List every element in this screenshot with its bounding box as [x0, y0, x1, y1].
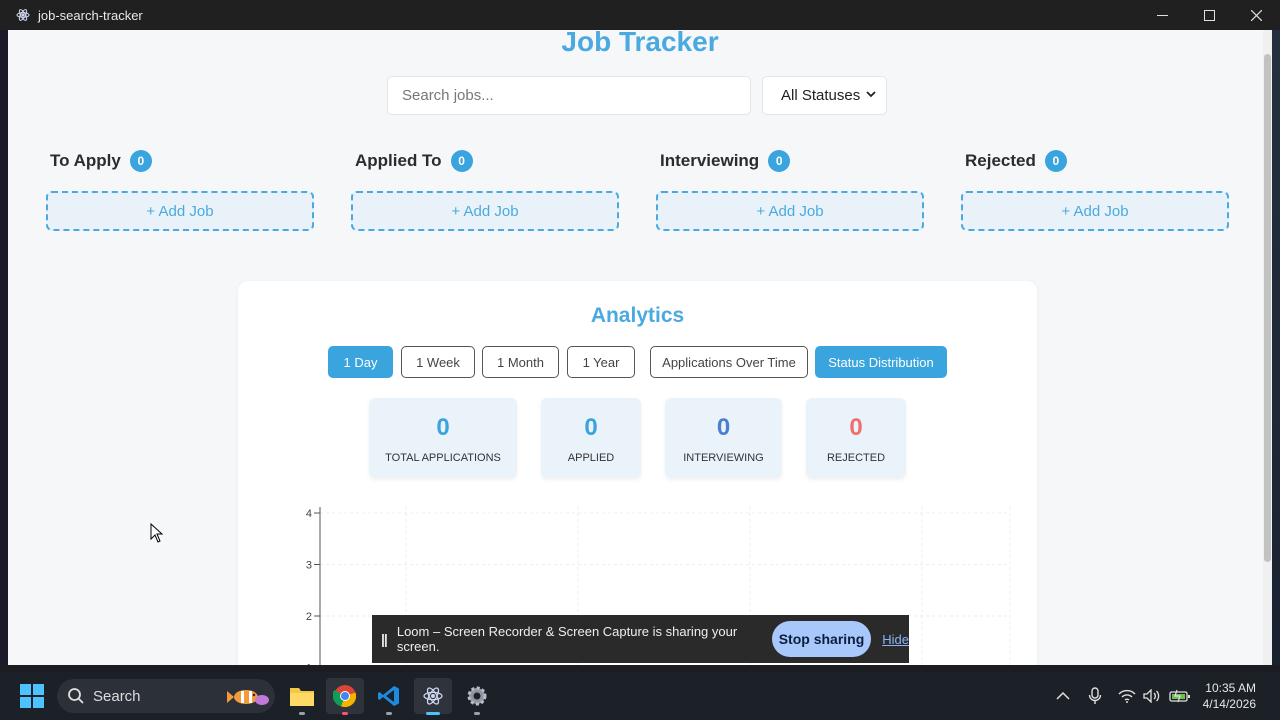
tray-overflow-button[interactable]	[1056, 672, 1070, 720]
taskbar-electron-app[interactable]	[414, 678, 452, 715]
vscode-icon	[378, 686, 399, 706]
chart-y-tick-label: 1	[306, 663, 312, 666]
add-job-button[interactable]: + Add Job	[351, 191, 619, 231]
column-count-badge: 0	[129, 150, 152, 172]
electron-icon	[423, 687, 443, 705]
range-button-1-year[interactable]: 1 Year	[567, 346, 635, 378]
analytics-panel: Analytics 1 Day 1 Week 1 Month 1 Year Ap…	[238, 281, 1037, 665]
column-count-badge: 0	[1044, 150, 1067, 172]
range-button-1-week[interactable]: 1 Week	[401, 346, 475, 378]
column-title: Rejected	[965, 151, 1036, 170]
stat-card-rejected: 0 REJECTED	[806, 398, 906, 478]
analytics-title: Analytics	[590, 304, 685, 327]
window-title-bar[interactable]: job-search-tracker	[0, 0, 1280, 30]
taskbar-vscode[interactable]	[370, 678, 408, 715]
scrollbar-thumb[interactable]	[1264, 54, 1271, 562]
screen-share-bar: || Loom – Screen Recorder & Screen Captu…	[372, 615, 909, 663]
folder-icon	[290, 688, 314, 706]
windows-logo-icon	[20, 684, 44, 708]
desktop-edge-right	[1272, 30, 1280, 665]
search-highlight-fish-icon	[227, 690, 269, 705]
add-job-button[interactable]: + Add Job	[656, 191, 924, 231]
vertical-scrollbar[interactable]	[1263, 30, 1272, 665]
pause-icon[interactable]: ||	[381, 631, 388, 647]
start-button[interactable]	[20, 684, 44, 708]
stat-label: APPLIED	[567, 452, 615, 464]
maximize-button[interactable]	[1186, 0, 1233, 30]
search-input[interactable]	[387, 76, 751, 115]
electron-app-icon	[16, 8, 30, 22]
column-count-badge: 0	[450, 150, 473, 172]
range-button-1-day[interactable]: 1 Day	[328, 346, 393, 378]
status-filter-value: All Statuses	[781, 87, 861, 104]
chart-y-tick-label: 2	[306, 611, 312, 623]
window-title: job-search-tracker	[38, 7, 143, 23]
gear-icon	[467, 686, 487, 706]
chevron-up-icon	[1056, 691, 1070, 700]
chevron-down-icon	[866, 88, 876, 102]
speaker-icon	[1143, 689, 1160, 703]
chrome-icon	[333, 685, 357, 708]
microphone-icon	[1088, 687, 1102, 704]
stat-value: 0	[849, 414, 863, 441]
clock-time: 10:35 AM	[1205, 681, 1256, 695]
search-icon	[68, 688, 84, 704]
taskbar-search[interactable]: Search	[57, 679, 275, 713]
wifi-icon	[1118, 689, 1136, 703]
tray-battery[interactable]	[1169, 672, 1191, 720]
range-button-1-month[interactable]: 1 Month	[482, 346, 559, 378]
status-filter-select[interactable]: All Statuses	[762, 76, 887, 115]
column-title: To Apply	[50, 151, 121, 170]
minimize-icon	[1157, 14, 1168, 16]
view-button-applications-over-time[interactable]: Applications Over Time	[650, 346, 808, 378]
taskbar-file-explorer[interactable]	[283, 678, 321, 715]
windows-taskbar: Search 10:35 AM 4/14/2026	[0, 672, 1280, 720]
column-title: Applied To	[355, 151, 442, 170]
column-title: Interviewing	[660, 151, 760, 170]
view-button-status-distribution[interactable]: Status Distribution	[815, 346, 947, 378]
add-job-button[interactable]: + Add Job	[961, 191, 1229, 231]
column-count-badge: 0	[768, 150, 791, 172]
add-job-button[interactable]: + Add Job	[46, 191, 314, 231]
hide-link[interactable]: Hide	[882, 632, 909, 647]
desktop-edge-left	[0, 30, 8, 665]
tray-wifi[interactable]	[1118, 672, 1136, 720]
stat-value: 0	[716, 414, 731, 441]
tray-microphone[interactable]	[1088, 672, 1102, 720]
stat-label: TOTAL APPLICATIONS	[385, 452, 501, 464]
stat-label: REJECTED	[826, 452, 886, 464]
chart-y-tick-label: 4	[306, 508, 312, 520]
close-icon	[1251, 9, 1262, 21]
stat-card-total-applications: 0 TOTAL APPLICATIONS	[369, 398, 517, 478]
minimize-button[interactable]	[1139, 0, 1186, 30]
battery-charging-icon	[1169, 689, 1190, 703]
close-button[interactable]	[1233, 0, 1280, 30]
screen-share-message: Loom – Screen Recorder & Screen Capture …	[396, 624, 738, 654]
stop-sharing-button[interactable]: Stop sharing	[771, 621, 872, 657]
mouse-cursor-icon	[150, 523, 164, 543]
tray-volume[interactable]	[1143, 672, 1161, 720]
stat-card-applied: 0 APPLIED	[541, 398, 641, 478]
taskbar-chrome[interactable]	[326, 678, 364, 715]
taskbar-settings[interactable]	[458, 678, 496, 715]
app-window: Job Tracker All Statuses To Apply 0 + Ad…	[8, 30, 1272, 665]
page-title: Job Tracker	[561, 30, 719, 57]
stat-card-interviewing: 0 INTERVIEWING	[665, 398, 782, 478]
stat-value: 0	[436, 414, 450, 441]
taskbar-clock[interactable]: 10:35 AM 4/14/2026	[1203, 680, 1256, 712]
maximize-icon	[1204, 9, 1215, 21]
clock-date: 4/14/2026	[1202, 697, 1256, 711]
search-label: Search	[93, 687, 141, 705]
stat-label: INTERVIEWING	[683, 452, 764, 464]
stat-value: 0	[584, 414, 598, 441]
chart-y-tick-label: 3	[306, 560, 312, 572]
